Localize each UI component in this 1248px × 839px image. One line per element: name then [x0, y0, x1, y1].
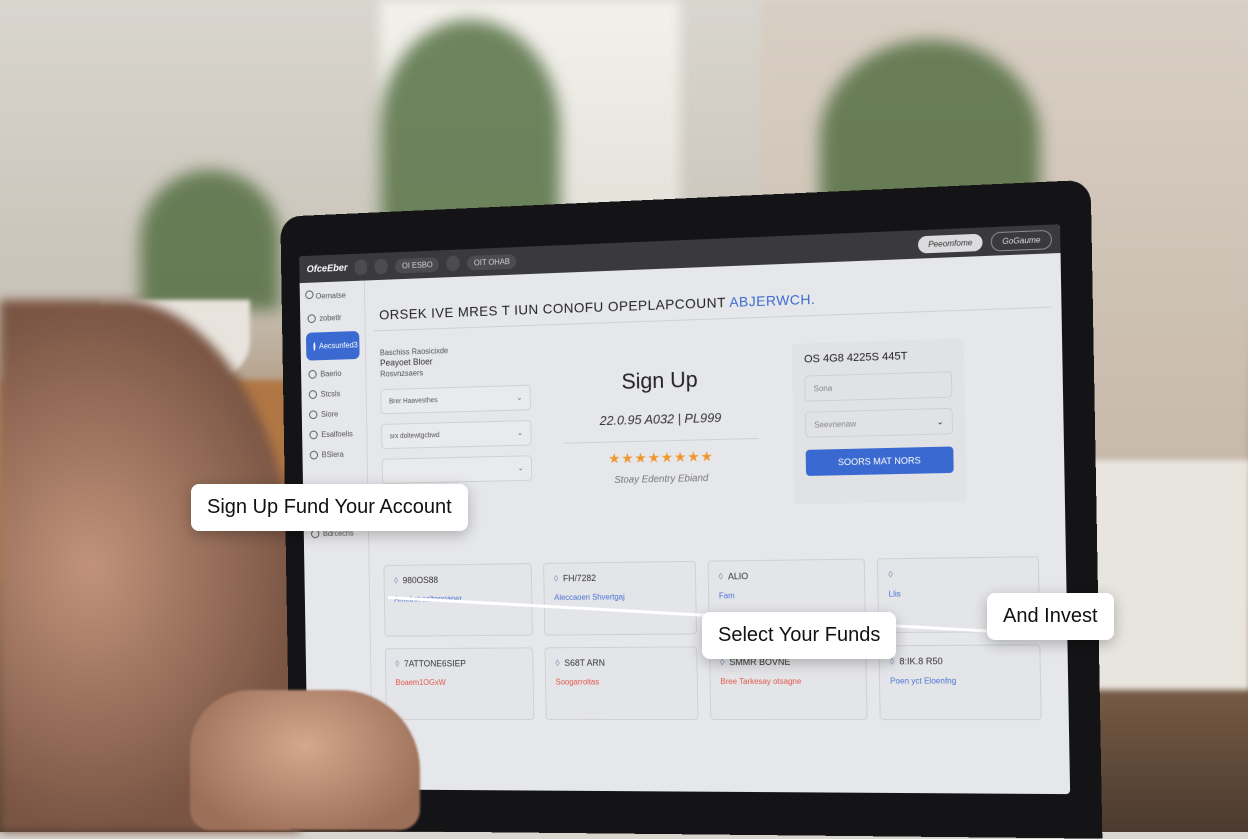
- card-title: ◊ FH/7282: [553, 573, 597, 584]
- star-icon: ★: [634, 449, 648, 466]
- drop-icon: ◊: [395, 658, 400, 669]
- sidebar-header: Oernatse: [300, 281, 365, 309]
- star-icon: ★: [700, 448, 714, 465]
- panel-submit-button[interactable]: SOORS MAT NORS: [805, 446, 954, 476]
- nav-icon-button[interactable]: [446, 255, 460, 272]
- sidebar-item[interactable]: Esalfoelis: [302, 423, 367, 445]
- divider: [563, 437, 759, 444]
- drop-icon: ◊: [555, 658, 560, 668]
- signup-panel: OS 4G8 4225S 445T Sona Seevnenaw ⌄ SOORS …: [791, 338, 967, 505]
- card-title: ◊ 8:IK.8 R50: [889, 656, 943, 667]
- chevron-down-icon: ⌄: [936, 416, 944, 427]
- panel-input[interactable]: Sona: [804, 371, 953, 402]
- fund-card[interactable]: ◊ FH/7282 Aleccaoen Shvertgaj: [543, 560, 698, 636]
- circle-icon: [305, 290, 314, 300]
- circle-icon: [309, 430, 318, 440]
- sidebar-item[interactable]: Stcsls: [301, 383, 366, 405]
- sidebar-item[interactable]: Baerio: [301, 363, 366, 385]
- dropdown-1[interactable]: Brer Haavesthes ⌄: [380, 384, 531, 415]
- fund-card[interactable]: ◊ 7ATTONE6SIEP Boaem1OGxW: [384, 647, 535, 720]
- fund-card[interactable]: ◊ S68T ARN Soogarroltas: [544, 646, 699, 721]
- sidebar-item[interactable]: zobetlr: [300, 307, 365, 330]
- sidebar-item[interactable]: BSlera: [302, 444, 367, 466]
- card-subtitle: Soogarroltas: [555, 677, 600, 687]
- main-content: ORSEK IVE MRES T IUN CONOFU OPEPLAPCOUNT…: [373, 253, 1060, 794]
- fund-card[interactable]: ◊ 8:IK.8 R50 Poen yct Eloenfng: [878, 644, 1042, 721]
- circle-icon: [308, 390, 318, 399]
- callout-sign-up-fund: Sign Up Fund Your Account: [191, 484, 468, 531]
- card-title: ◊ S68T ARN: [555, 657, 606, 668]
- person-hand: [190, 690, 420, 830]
- drop-icon: ◊: [553, 573, 559, 584]
- headline-link[interactable]: ABJERWCH.: [729, 291, 815, 310]
- header-primary-button[interactable]: Peeomfome: [917, 233, 983, 254]
- card-title: ◊ 980OS88: [393, 575, 439, 586]
- panel-title: OS 4G8 4225S 445T: [803, 350, 908, 366]
- dropdown-3[interactable]: ⌄: [381, 455, 533, 484]
- callout-select-funds: Select Your Funds: [702, 612, 897, 659]
- star-icon: ★: [647, 449, 661, 466]
- star-icon: ★: [673, 448, 688, 465]
- card-subtitle: Boaem1OGxW: [395, 678, 446, 687]
- chevron-down-icon: ⌄: [516, 394, 523, 402]
- background-plant: [140, 170, 280, 310]
- signup-code: 22.0.95 A032 | PL999: [599, 409, 722, 429]
- rating-caption: Stoay Edentry Ebiand: [614, 473, 709, 486]
- card-subtitle: Poen yct Eloenfng: [890, 676, 957, 686]
- card-subtitle: Aleccaoen Shvertgaj: [554, 592, 625, 603]
- nav-icon-button[interactable]: [375, 258, 389, 275]
- star-icon: ★: [660, 448, 675, 466]
- panel-select[interactable]: Seevnenaw ⌄: [804, 407, 954, 438]
- signup-title: Sign Up: [621, 366, 698, 394]
- star-rating: ★★★★★★★★: [564, 447, 759, 468]
- drop-icon: ◊: [718, 571, 724, 582]
- star-icon: ★: [621, 449, 635, 467]
- circle-icon: [309, 450, 319, 460]
- drop-icon: ◊: [393, 575, 399, 586]
- card-title: ◊: [888, 568, 1028, 580]
- signup-section: Sign Up 22.0.95 A032 | PL999 ★★★★★★★★ St…: [563, 365, 760, 487]
- card-title: ◊ 7ATTONE6SIEP: [395, 658, 466, 669]
- card-subtitle: Fam: [718, 591, 735, 601]
- circle-icon: [308, 369, 317, 379]
- callout-and-invest: And Invest: [987, 593, 1114, 640]
- tab-2[interactable]: OIT OHAB: [467, 253, 517, 271]
- star-icon: ★: [687, 448, 701, 465]
- nav-icon-button[interactable]: [354, 259, 368, 276]
- chevron-down-icon: ⌄: [517, 430, 523, 438]
- tab-1[interactable]: OI ESBO: [395, 256, 440, 274]
- card-subtitle: Bree Tarkesay otsagne: [720, 676, 802, 687]
- circle-icon: [309, 410, 318, 420]
- card-title: ◊ ALIO: [718, 571, 749, 582]
- circle-icon: [307, 314, 316, 324]
- form-column: Baschiss Raosicixde Peayoet Bloer Rosvnz…: [380, 343, 533, 484]
- sidebar-item-active[interactable]: Aecsunfed3: [305, 330, 360, 361]
- header-secondary-button[interactable]: GoGaume: [990, 229, 1053, 252]
- circle-icon: [313, 342, 316, 351]
- chevron-down-icon: ⌄: [517, 465, 524, 473]
- dropdown-2[interactable]: srx doltewtgcbwd ⌄: [381, 419, 532, 450]
- star-icon: ★: [608, 450, 622, 467]
- drop-icon: ◊: [888, 569, 893, 580]
- sidebar-item[interactable]: Siore: [302, 403, 367, 425]
- app-logo: OfceEber: [306, 262, 348, 275]
